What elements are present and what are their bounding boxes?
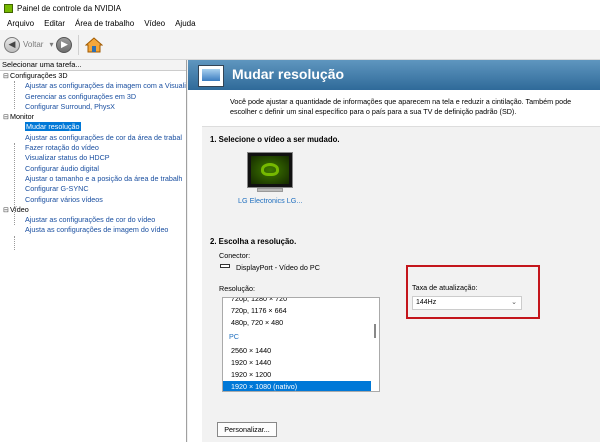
resolution-item[interactable]: 720p, 1280 × 720 [223, 298, 373, 305]
task-pane-header: Selecionar uma tarefa... [0, 60, 186, 71]
page-title: Mudar resolução [232, 66, 345, 82]
task-link[interactable]: Fazer rotação do vídeo [0, 143, 186, 153]
resolution-item[interactable]: 1920 × 1200 [223, 369, 373, 381]
tree-category-3d[interactable]: ⊟Configurações 3D [0, 71, 186, 81]
page-banner: Mudar resolução [188, 60, 600, 90]
collapse-icon[interactable]: ⊟ [3, 72, 10, 81]
arrow-right-icon: ▶ [61, 39, 68, 49]
task-link-selected[interactable]: Mudar resolução [0, 122, 186, 132]
customize-button[interactable]: Personalizar... [217, 422, 277, 437]
scrollbar-thumb[interactable] [374, 324, 376, 338]
task-link[interactable]: Ajustar as configurações de cor da área … [0, 133, 186, 143]
resolution-item[interactable]: 480p, 720 × 480 [223, 317, 373, 329]
resolution-group-header: PC [229, 332, 239, 341]
task-link[interactable]: Configurar G-SYNC [0, 184, 186, 194]
back-button[interactable]: ◀ [4, 36, 20, 53]
task-link[interactable]: Configurar Surround, PhysX [0, 102, 186, 112]
resolution-item-selected[interactable]: 1920 × 1080 (nativo) [223, 381, 373, 391]
task-link[interactable]: Ajustar o tamanho e a posição da área de… [0, 174, 186, 184]
toolbar: ◀ Voltar ▾ ▶ [0, 30, 600, 60]
resolution-list[interactable]: 720p, 1280 × 720 720p, 1176 × 664 480p, … [222, 297, 380, 392]
resolution-item[interactable]: 2560 × 1440 [223, 345, 373, 357]
task-tree: ⊟Configurações 3D Ajustar as configuraçõ… [0, 71, 186, 250]
page-description: Você pode ajustar a quantidade de inform… [230, 97, 572, 116]
connector-label: Conector: [219, 251, 251, 260]
nvidia-app-icon [4, 3, 13, 13]
back-label[interactable]: Voltar [23, 40, 43, 49]
settings-panel: 1. Selecione o vídeo a ser mudado. LG El… [202, 126, 600, 442]
content-pane: Mudar resolução Você pode ajustar a quan… [188, 60, 600, 442]
connector-value: DisplayPort - Vídeo do PC [236, 263, 320, 272]
resolution-scrollbar[interactable] [371, 298, 379, 391]
menu-ajuda[interactable]: Ajuda [170, 19, 200, 28]
collapse-icon[interactable]: ⊟ [3, 206, 10, 215]
menu-arquivo[interactable]: Arquivo [2, 19, 39, 28]
step1-title: 1. Selecione o vídeo a ser mudado. [210, 135, 340, 144]
forward-button[interactable]: ▶ [56, 36, 73, 53]
menu-bar: Arquivo Editar Área de trabalho Vídeo Aj… [0, 16, 600, 30]
back-dropdown-icon[interactable]: ▾ [49, 40, 53, 49]
task-link[interactable]: Visualizar status do HDCP [0, 153, 186, 163]
resolution-item[interactable]: 720p, 1176 × 664 [223, 305, 373, 317]
menu-editar[interactable]: Editar [39, 19, 70, 28]
chevron-down-icon: ⌄ [511, 299, 517, 306]
task-link[interactable]: Ajustar as configurações de cor do vídeo [0, 215, 186, 225]
monitor-icon[interactable] [247, 152, 293, 188]
nvidia-logo-icon [261, 163, 279, 176]
refresh-rate-label: Taxa de atualização: [412, 283, 478, 292]
task-link[interactable]: Gerenciar as configurações em 3D [0, 92, 186, 102]
monitor-stand [257, 188, 283, 192]
display-settings-icon [198, 65, 224, 87]
refresh-rate-dropdown[interactable]: 144Hz ⌄ [412, 296, 522, 310]
task-link[interactable]: Configurar áudio digital [0, 164, 186, 174]
tree-line [14, 236, 15, 250]
task-link[interactable]: Configurar vários vídeos [0, 195, 186, 205]
displayport-icon [220, 264, 230, 268]
refresh-rate-value: 144Hz [416, 299, 437, 306]
step2-title: 2. Escolha a resolução. [210, 237, 297, 246]
menu-video[interactable]: Vídeo [139, 19, 170, 28]
arrow-left-icon: ◀ [8, 39, 16, 49]
toolbar-separator [78, 34, 80, 55]
tree-category-monitor[interactable]: ⊟Monitor [0, 112, 186, 122]
title-bar: Painel de controle da NVIDIA [0, 0, 600, 16]
monitor-label[interactable]: LG Electronics LG... [238, 196, 302, 205]
tree-category-video[interactable]: ⊟Vídeo [0, 205, 186, 215]
collapse-icon[interactable]: ⊟ [3, 113, 10, 122]
task-link[interactable]: Ajustar as configurações da imagem com a… [0, 81, 186, 91]
menu-area-de-trabalho[interactable]: Área de trabalho [70, 19, 139, 28]
task-link[interactable]: Ajusta as configurações de imagem do víd… [0, 225, 186, 235]
window-title: Painel de controle da NVIDIA [17, 3, 122, 13]
refresh-rate-highlight: Taxa de atualização: 144Hz ⌄ [406, 265, 540, 319]
resolution-label: Resolução: [219, 284, 255, 293]
task-pane: Selecionar uma tarefa... ⊟Configurações … [0, 60, 187, 442]
resolution-item[interactable]: 1920 × 1440 [223, 357, 373, 369]
home-icon[interactable] [85, 36, 104, 53]
